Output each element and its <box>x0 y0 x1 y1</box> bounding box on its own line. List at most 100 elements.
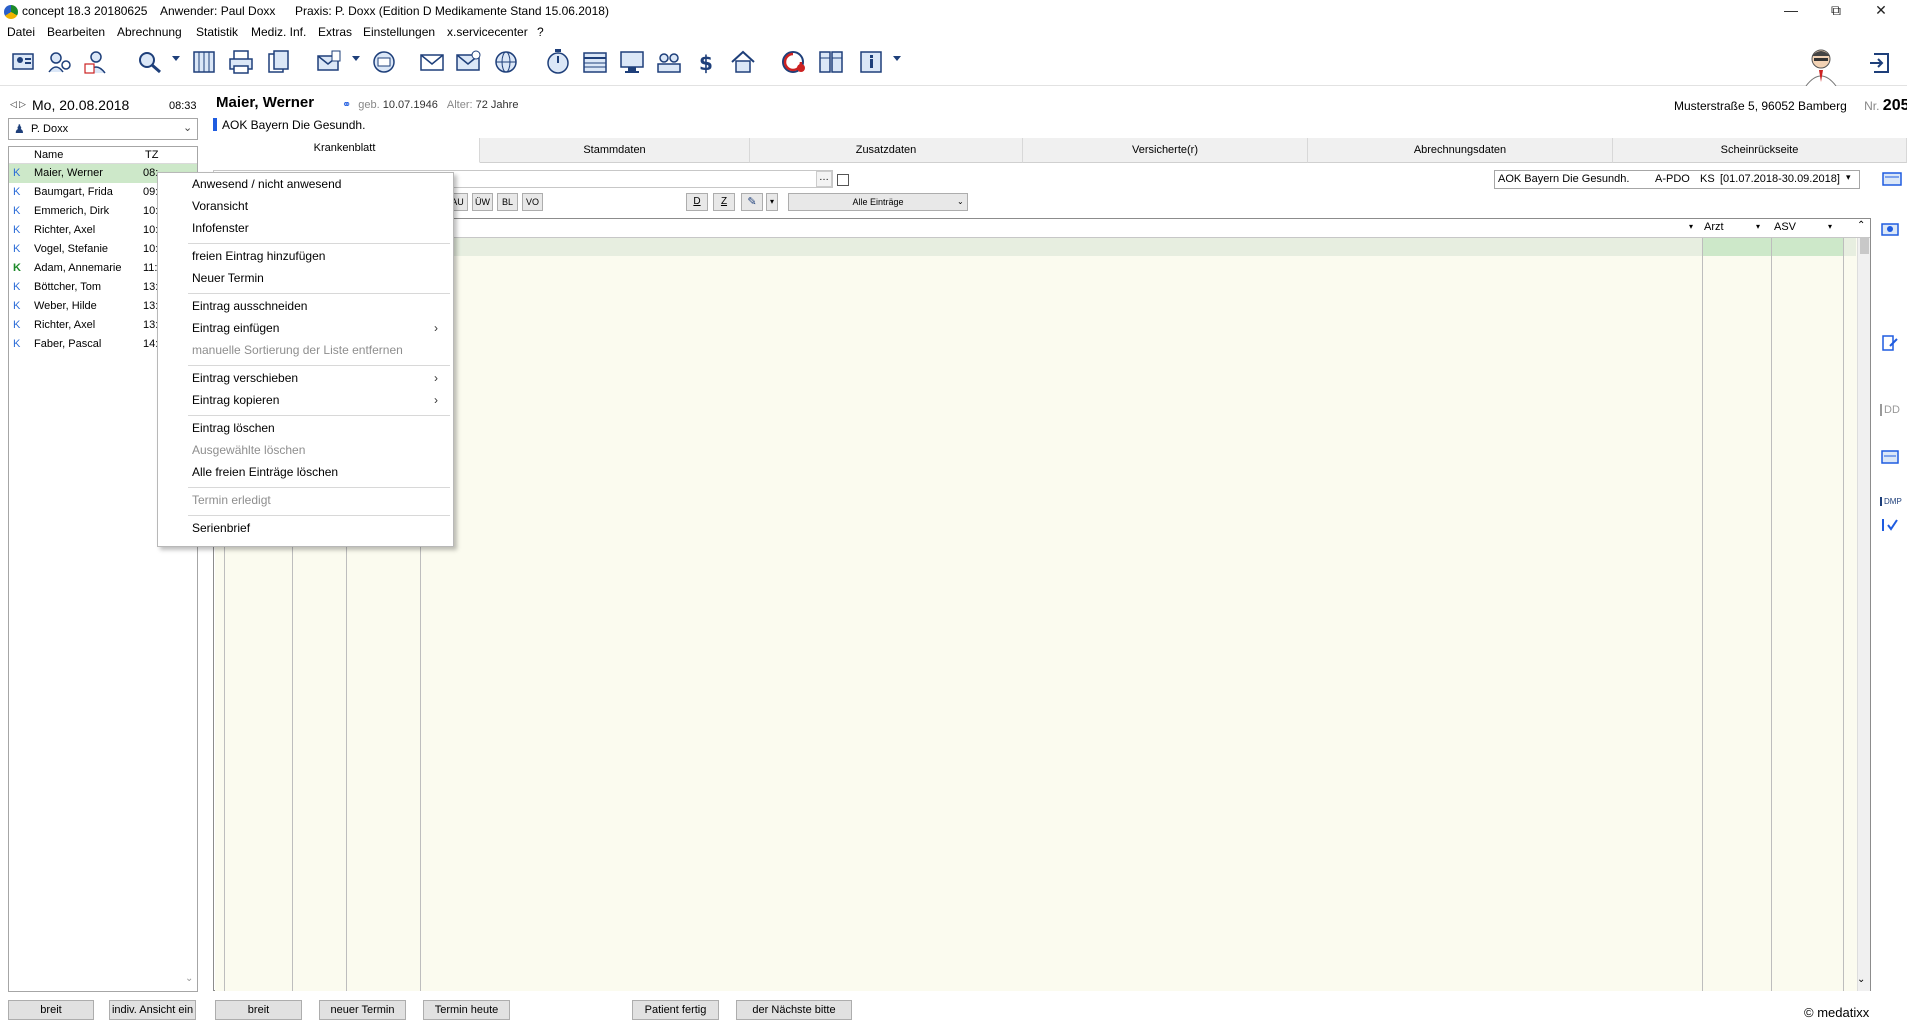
edit-document-icon[interactable] <box>1880 334 1900 352</box>
logout-icon[interactable] <box>1866 48 1896 76</box>
scroll-down-icon[interactable]: ⌄ <box>1857 974 1865 985</box>
pin-dropdown-icon[interactable]: ▾ <box>766 193 778 211</box>
chevron-down-icon[interactable]: ▾ <box>1689 222 1693 231</box>
filter-z-button[interactable]: Z <box>713 193 735 211</box>
column-asv-header[interactable]: ASV <box>1774 221 1796 233</box>
current-date[interactable]: Mo, 20.08.2018 <box>32 97 129 113</box>
menu-item-neuer-termin[interactable]: Neuer Termin <box>192 271 264 285</box>
dd-label[interactable]: DD <box>1880 404 1900 416</box>
entries-body[interactable] <box>215 238 1857 991</box>
tab-krankenblatt[interactable]: Krankenblatt <box>210 138 480 163</box>
menu-statistik[interactable]: Statistik <box>196 25 238 39</box>
menu-item-eintrag-kopieren[interactable]: Eintrag kopieren <box>192 393 279 407</box>
menu-item-anwesend[interactable]: Anwesend / nicht anwesend <box>192 177 341 191</box>
patient-fertig-button[interactable]: Patient fertig <box>632 1000 719 1020</box>
menu-item-voransicht[interactable]: Voransicht <box>192 199 248 213</box>
menu-item-eintrag-ausschneiden[interactable]: Eintrag ausschneiden <box>192 299 307 313</box>
menu-item-alle-freien-loeschen[interactable]: Alle freien Einträge löschen <box>192 465 338 479</box>
assistant-avatar[interactable] <box>1800 46 1842 87</box>
menu-item-freien-eintrag-hinzufuegen[interactable]: freien Eintrag hinzufügen <box>192 249 325 263</box>
next-day-icon[interactable]: ▷ <box>19 99 26 110</box>
home-visit-icon[interactable] <box>728 48 758 76</box>
book-icon[interactable] <box>189 48 219 76</box>
menu-item-eintrag-verschieben[interactable]: Eintrag verschieben <box>192 371 298 385</box>
tab-versicherter[interactable]: Versicherte(r) <box>1023 138 1308 163</box>
filter-vo-button[interactable]: VO <box>522 193 543 211</box>
list-scroll-down-icon[interactable]: ⌄ <box>185 973 193 984</box>
schein-select[interactable]: AOK Bayern Die Gesundh. A-PDO KS [01.07.… <box>1494 170 1860 189</box>
prev-day-icon[interactable]: ◁ <box>10 99 17 110</box>
mail-dropdown-icon[interactable] <box>352 56 360 61</box>
indiv-ansicht-button[interactable]: indiv. Ansicht ein <box>109 1000 196 1020</box>
menu-datei[interactable]: Datei <box>7 25 35 39</box>
tab-zusatzdaten[interactable]: Zusatzdaten <box>750 138 1023 163</box>
checklist-icon[interactable] <box>1880 516 1900 534</box>
filter-bl-button[interactable]: BL <box>497 193 518 211</box>
neuer-termin-button[interactable]: neuer Termin <box>319 1000 406 1020</box>
new-patient-icon[interactable] <box>82 48 112 76</box>
billing-dollar-icon[interactable]: $ <box>691 48 721 76</box>
column-tz-header[interactable]: TZ <box>145 149 158 161</box>
close-icon[interactable]: ✕ <box>1858 0 1904 22</box>
menu-abrechnung[interactable]: Abrechnung <box>117 25 182 39</box>
breit-button[interactable]: breit <box>215 1000 302 1020</box>
waiting-room-icon[interactable] <box>654 48 684 76</box>
entry-input-more-button[interactable]: … <box>816 171 832 187</box>
monitor-icon[interactable] <box>617 48 647 76</box>
search-dropdown-icon[interactable] <box>172 56 180 61</box>
card-reader-icon[interactable] <box>1880 448 1900 466</box>
email-icon[interactable] <box>418 48 448 76</box>
table-row[interactable] <box>214 238 1856 256</box>
kv-connect-icon[interactable] <box>454 48 484 76</box>
column-arzt-header[interactable]: Arzt <box>1704 221 1724 233</box>
mail-merge-icon[interactable] <box>314 48 344 76</box>
menu-help[interactable]: ? <box>537 25 544 39</box>
minimize-icon[interactable]: — <box>1768 0 1814 22</box>
pin-icon[interactable]: ✎ <box>741 193 763 211</box>
vertical-scrollbar[interactable] <box>1857 238 1870 991</box>
documents-icon[interactable] <box>263 48 293 76</box>
termin-heute-button[interactable]: Termin heute <box>423 1000 510 1020</box>
filter-d-button[interactable]: D <box>686 193 708 211</box>
camera-icon[interactable] <box>1880 219 1900 237</box>
info-icon[interactable] <box>857 48 887 76</box>
patient-search-icon[interactable] <box>45 48 75 76</box>
naechste-bitte-button[interactable]: der Nächste bitte <box>736 1000 852 1020</box>
schein-card-icon[interactable] <box>1882 171 1902 187</box>
update-icon[interactable] <box>779 48 809 76</box>
menu-item-ausgewaehlte-loeschen[interactable]: Ausgewählte löschen <box>192 443 305 457</box>
entry-checkbox[interactable] <box>837 174 849 186</box>
tab-scheinrueckseite[interactable]: Scheinrückseite <box>1613 138 1907 163</box>
search-icon[interactable] <box>135 48 165 76</box>
menu-item-sortierung-entfernen[interactable]: manuelle Sortierung der Liste entfernen <box>192 343 403 357</box>
user-select[interactable]: ♟ P. Doxx ⌄ <box>8 118 198 140</box>
menu-einstellungen[interactable]: Einstellungen <box>363 25 435 39</box>
breit-left-button[interactable]: breit <box>8 1000 94 1020</box>
globe-icon[interactable] <box>491 48 521 76</box>
tab-stammdaten[interactable]: Stammdaten <box>480 138 750 163</box>
menu-xservicecenter[interactable]: x.servicecenter <box>447 25 528 39</box>
menu-item-termin-erledigt[interactable]: Termin erledigt <box>192 493 271 507</box>
menu-bearbeiten[interactable]: Bearbeiten <box>47 25 105 39</box>
entries-filter-select[interactable]: Alle Einträge ⌄ <box>788 193 968 211</box>
menu-item-serienbrief[interactable]: Serienbrief <box>192 521 250 535</box>
patient-card-icon[interactable] <box>10 48 40 76</box>
chevron-down-icon[interactable]: ▾ <box>1828 222 1832 231</box>
postbox-icon[interactable] <box>369 48 399 76</box>
database-icon[interactable] <box>816 48 846 76</box>
info-dropdown-icon[interactable] <box>893 56 901 61</box>
menu-mediz-inf[interactable]: Mediz. Inf. <box>251 25 306 39</box>
restore-icon[interactable]: ⧉ <box>1813 0 1859 22</box>
chevron-down-icon[interactable]: ▾ <box>1756 222 1760 231</box>
menu-item-infofenster[interactable]: Infofenster <box>192 221 249 235</box>
filter-uw-button[interactable]: ÜW <box>472 193 493 211</box>
scroll-up-icon[interactable]: ⌃ <box>1857 220 1865 231</box>
menu-item-eintrag-loeschen[interactable]: Eintrag löschen <box>192 421 275 435</box>
menu-item-eintrag-einfuegen[interactable]: Eintrag einfügen <box>192 321 279 335</box>
tab-abrechnungsdaten[interactable]: Abrechnungsdaten <box>1308 138 1613 163</box>
menu-extras[interactable]: Extras <box>318 25 352 39</box>
scrollbar-thumb[interactable] <box>1860 238 1869 254</box>
timer-icon[interactable] <box>543 48 573 76</box>
calendar-icon[interactable] <box>580 48 610 76</box>
print-icon[interactable] <box>226 48 256 76</box>
